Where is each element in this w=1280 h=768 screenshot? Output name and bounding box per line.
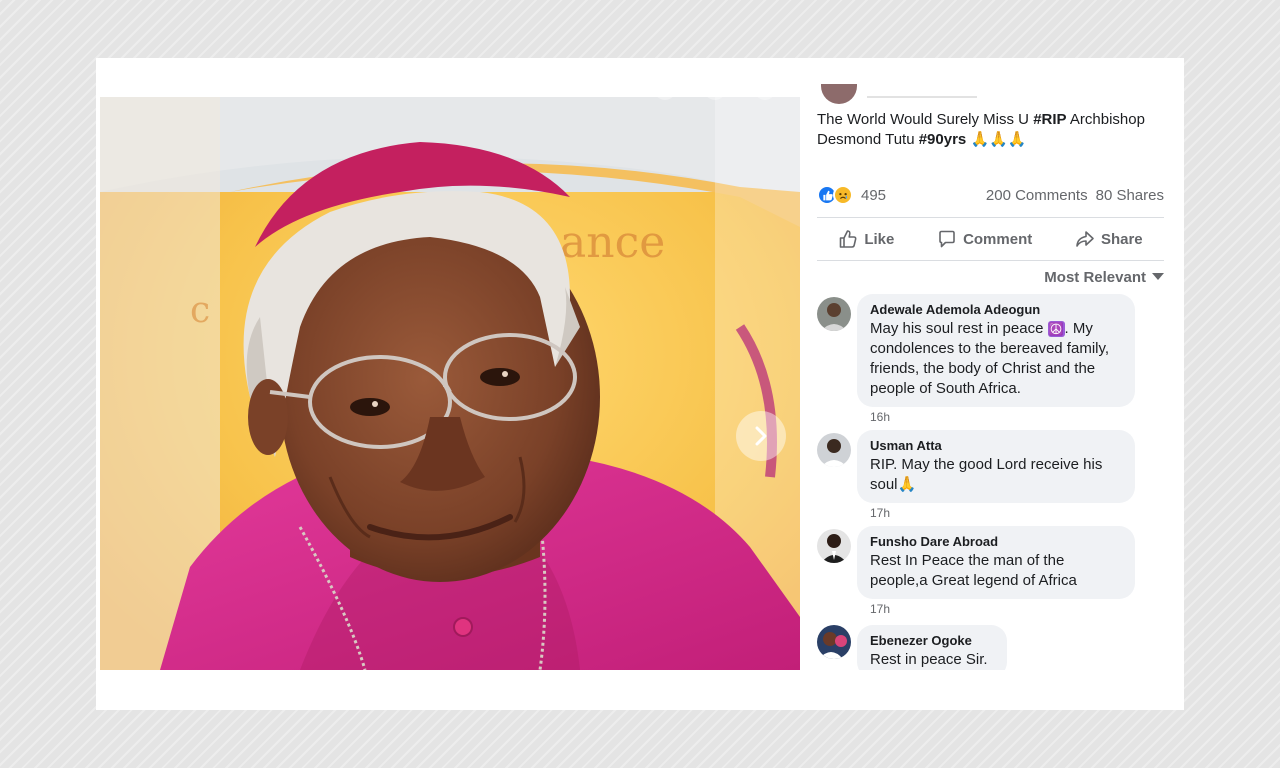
comment-text: RIP. May the good Lord receive his soul🙏 [870,456,1103,493]
comment-bubble: Ebenezer Ogoke Rest in peace Sir. [857,625,1007,670]
reactions-summary: 495 200 Comments 80 Shares [817,184,1164,206]
comment-bubble: Adewale Ademola Adeogun May his soul res… [857,294,1135,407]
peace-emoji: ☮️ [1047,321,1065,337]
like-icon [840,230,857,248]
caret-down-icon [1152,273,1164,280]
next-photo-button[interactable] [736,411,786,461]
top-overlay-buttons [657,97,773,100]
hashtag-rip[interactable]: #RIP [1033,111,1066,128]
post-caption: The World Would Surely Miss U #RIP Archb… [817,110,1164,150]
comment-icon [939,230,955,248]
chevron-right-icon [755,426,767,446]
shares-count[interactable]: 80 Shares [1096,187,1164,204]
comment-item: Ebenezer Ogoke Rest in peace Sir. [817,625,1164,670]
comment-timestamp[interactable]: 17h [870,506,890,520]
caption-emoji: 🙏🙏🙏 [966,131,1027,148]
svg-text:ance: ance [560,217,665,268]
share-button[interactable]: Share [1067,223,1151,255]
post-photo[interactable]: ance c [100,97,800,670]
engagement-counts: 200 Comments 80 Shares [986,187,1164,204]
comment-label: Comment [963,230,1033,248]
svg-text:c: c [190,290,210,331]
commenter-avatar[interactable] [817,625,851,659]
reaction-count[interactable]: 495 [861,187,886,204]
hashtag-90yrs[interactable]: #90yrs [919,131,967,148]
comment-text: Rest in peace Sir. [870,651,988,668]
commenter-name[interactable]: Funsho Dare Abroad [870,534,1122,550]
commenter-name[interactable]: Adewale Ademola Adeogun [870,302,1122,318]
post-actions: Like Comment Share [817,218,1164,260]
commenter-name[interactable]: Ebenezer Ogoke [870,633,994,649]
comment-text: May his soul rest in peace ☮️. My condol… [870,320,1110,397]
comment-button[interactable]: Comment [929,223,1040,255]
reaction-icons[interactable] [817,185,853,205]
comment-timestamp[interactable]: 17h [870,602,890,616]
post-details-panel: The World Would Surely Miss U #RIP Archb… [817,58,1164,710]
comment-bubble: Funsho Dare Abroad Rest In Peace the man… [857,526,1135,599]
comments-count[interactable]: 200 Comments [986,187,1088,204]
comment-sort-dropdown[interactable]: Most Relevant [1044,267,1164,287]
commenter-avatar[interactable] [817,433,851,467]
comment-text: Rest In Peace the man of the people,a Gr… [870,552,1077,589]
author-avatar[interactable] [821,84,857,104]
share-icon [1076,231,1094,247]
like-button[interactable]: Like [830,223,902,255]
like-label: Like [864,230,895,248]
comment-bubble: Usman Atta RIP. May the good Lord receiv… [857,430,1135,503]
sad-reaction-icon [833,185,853,205]
commenter-avatar[interactable] [817,297,851,331]
caption-text: The World Would Surely Miss U [817,111,1034,128]
commenter-avatar[interactable] [817,529,851,563]
post-viewer-card: ance c The World Would Surely Miss U #RI… [96,58,1184,710]
archbishop-portrait-image: ance c [100,97,800,670]
commenter-name[interactable]: Usman Atta [870,438,1122,454]
divider [817,260,1164,261]
sort-label: Most Relevant [1044,268,1146,286]
author-name-peek [867,90,977,98]
comment-timestamp[interactable]: 16h [870,410,890,424]
share-label: Share [1100,230,1143,248]
